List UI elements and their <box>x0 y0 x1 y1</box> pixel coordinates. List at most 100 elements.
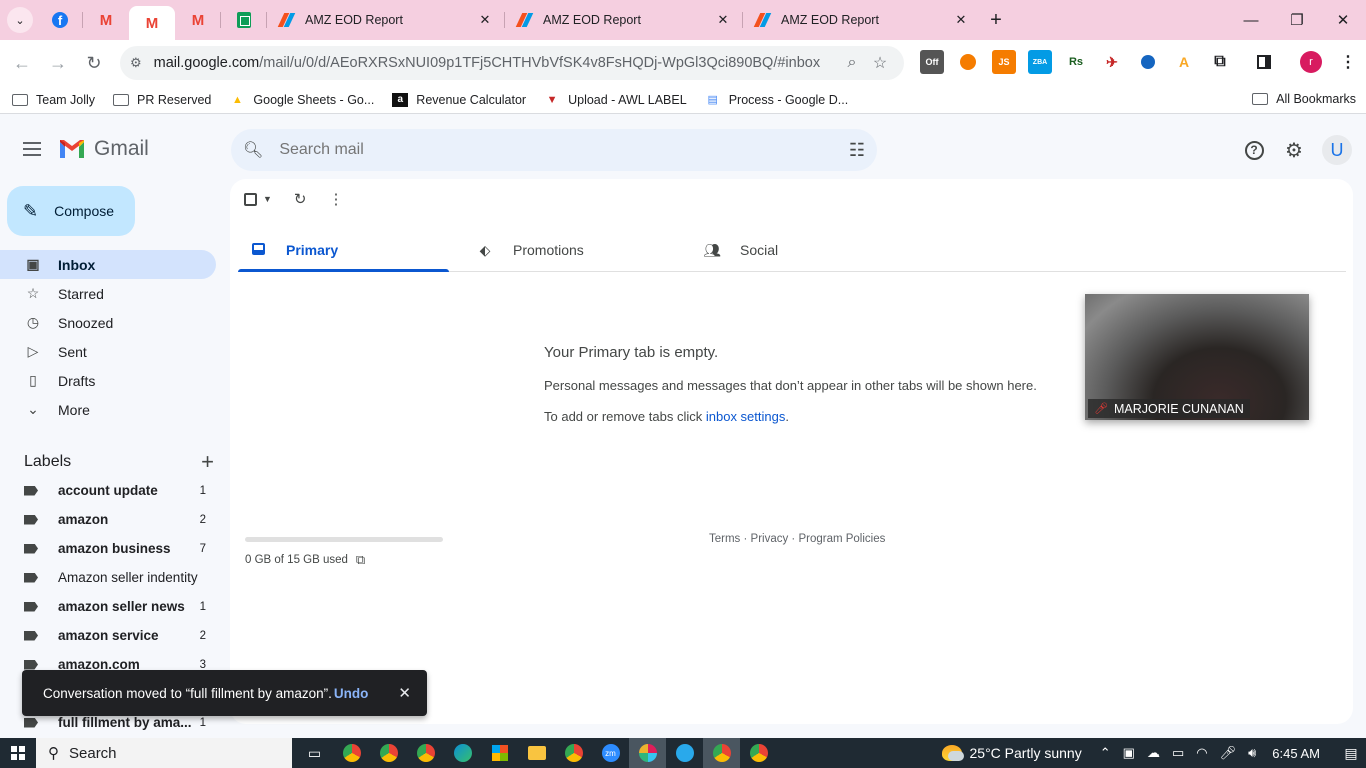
search-icon[interactable]: 🔍︎ <box>243 140 263 160</box>
tab-social[interactable]: 👥︎ Social <box>692 229 919 271</box>
more-options-icon[interactable]: ⋮ <box>329 189 344 209</box>
plane-extension-icon[interactable]: ✈ <box>1100 50 1124 74</box>
label-item[interactable]: amazon seller news 1 <box>0 592 216 621</box>
store-icon[interactable] <box>481 738 518 768</box>
chevron-up-icon[interactable]: ⌃ <box>1100 745 1111 761</box>
volume-icon[interactable]: 🔊︎ <box>1248 745 1256 761</box>
globe-extension-icon[interactable] <box>1136 50 1160 74</box>
chrome-icon[interactable] <box>407 738 444 768</box>
close-icon[interactable]: ✕ <box>953 12 969 28</box>
bookmark-revenue-calculator[interactable]: a Revenue Calculator <box>392 92 526 107</box>
meet-now-icon[interactable]: ▣ <box>1123 745 1135 761</box>
search-options-icon[interactable]: ☷ <box>849 140 865 161</box>
task-view-icon[interactable]: ▭ <box>296 738 333 768</box>
label-item[interactable]: account update 1 <box>0 476 216 505</box>
refresh-icon[interactable]: ↻ <box>294 189 307 209</box>
label-item[interactable]: amazon 2 <box>0 505 216 534</box>
close-icon[interactable]: ✕ <box>715 12 731 28</box>
nav-drafts[interactable]: ▯ Drafts <box>0 366 216 395</box>
bookmark-google-sheets[interactable]: ▲ Google Sheets - Go... <box>229 93 374 107</box>
close-icon[interactable]: ✕ <box>477 12 493 28</box>
url-text[interactable]: mail.google.com/mail/u/0/d/AEoRXRSxNUI09… <box>154 55 838 71</box>
main-menu-icon[interactable] <box>20 138 44 162</box>
zoom-app-icon[interactable]: zm <box>592 738 629 768</box>
nav-inbox[interactable]: ▣ Inbox <box>0 250 216 279</box>
reload-button[interactable]: ↻ <box>76 45 112 81</box>
pinned-tab-gmail-3[interactable]: M <box>175 0 221 40</box>
label-item[interactable]: amazon service 2 <box>0 621 216 650</box>
open-external-icon[interactable]: ⧉ <box>356 552 365 568</box>
label-item[interactable]: amazon business 7 <box>0 534 216 563</box>
all-bookmarks-button[interactable]: All Bookmarks <box>1252 92 1356 106</box>
close-window-button[interactable]: ✕ <box>1320 0 1366 40</box>
minimize-button[interactable]: — <box>1228 0 1274 40</box>
settings-gear-icon[interactable]: ⚙ <box>1278 134 1310 166</box>
profile-avatar[interactable]: r <box>1300 51 1322 73</box>
pinned-tab-gmail-1[interactable]: M <box>83 0 129 40</box>
tab-primary[interactable]: Primary <box>238 229 465 272</box>
nav-more[interactable]: ⌄ More <box>0 395 216 424</box>
bookmark-team-jolly[interactable]: Team Jolly <box>12 93 95 107</box>
bookmark-pr-reserved[interactable]: PR Reserved <box>113 93 211 107</box>
telegram-icon[interactable] <box>666 738 703 768</box>
notifications-icon[interactable]: ▤ <box>1336 738 1366 768</box>
onedrive-cloud-icon[interactable]: ☁ <box>1147 745 1160 761</box>
bookmark-star-icon[interactable]: ☆ <box>866 53 894 73</box>
wifi-icon[interactable]: ◠ <box>1196 745 1207 761</box>
taskbar-search[interactable]: ⚲ Search <box>36 738 292 768</box>
side-panel-icon[interactable] <box>1252 50 1276 74</box>
start-button[interactable] <box>0 738 36 768</box>
weather-widget[interactable]: 25°C Partly sunny <box>941 745 1082 761</box>
battery-icon[interactable]: ▭ <box>1172 745 1184 761</box>
bookmark-awl-label[interactable]: ▼ Upload - AWL LABEL <box>544 93 687 107</box>
chrome-icon[interactable] <box>703 738 740 768</box>
search-input[interactable] <box>279 141 849 159</box>
zba-extension-icon[interactable]: ZBA <box>1028 50 1052 74</box>
edge-icon[interactable] <box>444 738 481 768</box>
new-tab-button[interactable]: + <box>981 5 1011 35</box>
gmail-logo[interactable]: Gmail <box>58 137 149 161</box>
footer-links[interactable]: Terms · Privacy · Program Policies <box>709 533 885 545</box>
browser-tab[interactable]: AMZ EOD Report ✕ <box>505 0 743 40</box>
inbox-settings-link[interactable]: inbox settings <box>706 409 786 424</box>
firefox-like-extension-icon[interactable] <box>956 50 980 74</box>
nav-snoozed[interactable]: ◷ Snoozed <box>0 308 216 337</box>
site-info-icon[interactable]: ⚙ <box>130 55 142 71</box>
chrome-icon[interactable] <box>555 738 592 768</box>
off-extension-icon[interactable]: Off <box>920 50 944 74</box>
browser-tab[interactable]: AMZ EOD Report ✕ <box>743 0 981 40</box>
pinned-tab-sheets[interactable] <box>221 0 267 40</box>
nav-sent[interactable]: ▷ Sent <box>0 337 216 366</box>
forward-button[interactable]: → <box>40 45 76 81</box>
create-label-plus-icon[interactable]: + <box>201 449 214 475</box>
more-vert-icon[interactable]: ⋮ <box>1336 50 1360 74</box>
search-bar[interactable]: 🔍︎ ☷ <box>231 129 877 171</box>
bookmark-process-doc[interactable]: ▤ Process - Google D... <box>705 93 848 107</box>
undo-button[interactable]: Undo <box>334 686 369 701</box>
account-avatar[interactable]: U <box>1322 135 1352 165</box>
meeting-video-tile[interactable]: 🎤︎ MARJORIE CUNANAN <box>1085 294 1309 420</box>
close-icon[interactable]: ✕ <box>398 684 411 702</box>
label-item[interactable]: Amazon seller indentity <box>0 563 216 592</box>
rs-extension-icon[interactable]: Rs <box>1064 50 1088 74</box>
back-button[interactable]: ← <box>4 45 40 81</box>
support-button[interactable]: ? <box>1238 134 1270 166</box>
tab-promotions[interactable]: ⬖ Promotions <box>465 229 692 271</box>
js-extension-icon[interactable]: JS <box>992 50 1016 74</box>
select-all-checkbox[interactable]: ▼ <box>244 189 272 209</box>
clock[interactable]: 6:45 AM <box>1272 746 1320 761</box>
browser-tab[interactable]: AMZ EOD Report ✕ <box>267 0 505 40</box>
microphone-icon[interactable]: 🎤︎ <box>1220 745 1237 761</box>
chrome-icon[interactable] <box>333 738 370 768</box>
pinned-tab-facebook[interactable]: f <box>37 0 83 40</box>
nav-starred[interactable]: ☆ Starred <box>0 279 216 308</box>
pinned-tab-gmail-active[interactable]: M <box>129 6 175 40</box>
tab-search-button[interactable]: ⌄ <box>7 7 33 33</box>
slack-icon[interactable] <box>629 738 666 768</box>
restore-button[interactable]: ❐ <box>1274 0 1320 40</box>
ascent-extension-icon[interactable]: A <box>1172 50 1196 74</box>
chrome-icon[interactable] <box>740 738 777 768</box>
zoom-icon[interactable]: ⌕ <box>838 54 866 72</box>
file-explorer-icon[interactable] <box>518 738 555 768</box>
chrome-icon[interactable] <box>370 738 407 768</box>
